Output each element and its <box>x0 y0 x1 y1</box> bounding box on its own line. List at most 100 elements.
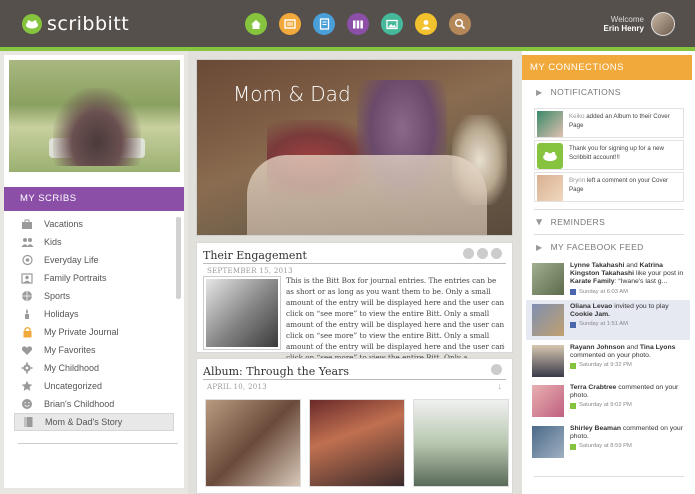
share-user-icon[interactable] <box>463 248 474 259</box>
notification-user: Brynn <box>569 177 586 184</box>
feed-item[interactable]: Rayann Johnson and Tina Lyons commented … <box>526 341 690 381</box>
top-bar: scribbitt Welcome Erin Henry <box>0 0 695 47</box>
entry-title[interactable]: Their Engagement <box>203 249 307 262</box>
scrib-item[interactable]: Kids <box>14 233 174 251</box>
share-user-icon[interactable] <box>491 364 502 375</box>
book-icon <box>21 416 35 428</box>
profile-family-photo[interactable] <box>9 60 180 172</box>
feed-item[interactable]: Lynne Takahashi and Katrina Kingston Tak… <box>526 259 690 299</box>
feed-text: Oliana Levao invited you to play Cookie … <box>570 303 688 329</box>
reminders-header[interactable]: ▶ REMINDERS <box>535 217 606 227</box>
scrib-list-scrollbar[interactable] <box>176 217 181 299</box>
feed-name: Shirley Beaman <box>570 425 621 432</box>
scrib-item[interactable]: Holidays <box>14 305 174 323</box>
album-photo[interactable] <box>309 399 405 487</box>
scrib-item-label: My Favorites <box>44 345 96 355</box>
album-photo[interactable] <box>205 399 301 487</box>
notifications-header[interactable]: ▶ NOTIFICATIONS <box>536 87 621 97</box>
photo-people <box>53 88 141 166</box>
photos-icon[interactable] <box>381 13 403 35</box>
portrait-icon <box>20 272 34 284</box>
notification-avatar <box>537 175 563 201</box>
album-photo[interactable] <box>413 399 509 487</box>
facebook-feed-header[interactable]: ▶ MY FACEBOOK FEED <box>536 242 644 252</box>
scrib-item[interactable]: Sports <box>14 287 174 305</box>
notification-item[interactable]: Thank you for signing up for a new Scrib… <box>534 140 684 170</box>
entry-actions <box>460 248 502 259</box>
feed-text: Lynne Takahashi and Katrina Kingston Tak… <box>570 262 688 296</box>
scrib-item[interactable]: Vacations <box>14 215 174 233</box>
books-icon[interactable] <box>347 13 369 35</box>
star-icon <box>20 380 34 392</box>
scrib-item[interactable]: Uncategorized <box>14 377 174 395</box>
feed-avatar <box>532 426 564 458</box>
clock-icon[interactable] <box>491 248 502 259</box>
notifications-label: NOTIFICATIONS <box>550 87 621 97</box>
journal-entry-card: Their Engagement SEPTEMBER 15, 2013 This… <box>196 242 513 362</box>
left-panel: MY SCRIBS Vacations Kids Everyday Life F… <box>4 55 184 488</box>
scrib-item[interactable]: Everyday Life <box>14 251 174 269</box>
cover-photo[interactable]: Mom & Dad <box>196 59 513 236</box>
scrib-item-active[interactable]: Mom & Dad's Story <box>14 413 174 431</box>
scrib-item-label: Uncategorized <box>44 381 103 391</box>
feed-connector: like your post in <box>634 270 684 278</box>
suitcase-icon <box>20 218 34 230</box>
feed-name: Rayann Johnson <box>570 344 625 351</box>
feed-text: Terra Crabtree commented on your photo. … <box>570 384 688 410</box>
facebook-icon <box>570 288 576 295</box>
right-divider <box>534 209 684 210</box>
right-divider <box>534 476 684 477</box>
scrib-item[interactable]: My Favorites <box>14 341 174 359</box>
scrib-item[interactable]: Brian's Childhood <box>14 395 174 413</box>
holiday-icon <box>20 308 34 320</box>
feed-avatar <box>532 345 564 377</box>
feed-group: Karate Family <box>570 278 615 286</box>
entry-photo[interactable] <box>204 277 280 349</box>
scrib-item[interactable]: My Private Journal <box>14 323 174 341</box>
notification-message: added an Album to their Cover Page <box>569 113 670 129</box>
scrib-item-label: Everyday Life <box>44 255 99 265</box>
home-icon[interactable] <box>245 13 267 35</box>
main-nav <box>245 13 483 35</box>
feed-name: Lynne Takahashi <box>570 262 625 269</box>
scrib-item[interactable]: My Childhood <box>14 359 174 377</box>
feed-time: Saturday at 8:59 PM <box>570 442 688 450</box>
entry-body: This is the Bitt Box for journal entries… <box>286 276 505 362</box>
smile-icon <box>20 398 34 410</box>
feed-time: Sunday at 1:51 AM <box>570 320 688 328</box>
left-divider <box>18 443 178 444</box>
notification-item[interactable]: Keiko added an Album to their Cover Page <box>534 108 684 138</box>
profile-icon[interactable] <box>415 13 437 35</box>
user-name[interactable]: Erin Henry <box>598 24 644 33</box>
feed-time: Saturday at 9:32 PM <box>570 361 688 369</box>
feed-item[interactable]: Terra Crabtree commented on your photo. … <box>526 381 690 421</box>
user-avatar[interactable] <box>651 12 675 36</box>
scrib-item-label: Mom & Dad's Story <box>45 417 123 427</box>
expand-triangle-icon: ▶ <box>536 242 543 252</box>
album-title[interactable]: Album: Through the Years <box>203 365 349 378</box>
feed-connector: and <box>624 262 640 269</box>
logo[interactable]: scribbitt <box>22 13 129 35</box>
lock-icon <box>20 326 34 338</box>
heart-icon <box>20 344 34 356</box>
search-icon[interactable] <box>449 13 471 35</box>
album-arrow-icon[interactable]: ↓ <box>498 381 503 391</box>
scrib-item-label: My Private Journal <box>44 327 119 337</box>
feed-excerpt: : “Iwane's last g... <box>614 278 668 286</box>
notification-item[interactable]: Brynn left a comment on your Cover Page <box>534 172 684 202</box>
journal-icon[interactable] <box>313 13 335 35</box>
expand-triangle-icon: ▶ <box>536 87 543 97</box>
cover-photo-blanket <box>247 155 487 235</box>
feed-item[interactable]: Oliana Levao invited you to play Cookie … <box>526 300 690 340</box>
scrib-item[interactable]: Family Portraits <box>14 269 174 287</box>
facebook-icon[interactable] <box>477 248 488 259</box>
blog-icon[interactable] <box>279 13 301 35</box>
scrib-item-label: Vacations <box>44 219 83 229</box>
scrib-item-label: Kids <box>44 237 62 247</box>
cloud-icon <box>20 254 34 266</box>
feed-item[interactable]: Shirley Beaman commented on your photo. … <box>526 422 690 462</box>
reminders-label: REMINDERS <box>550 217 606 227</box>
feed-text: Rayann Johnson and Tina Lyons commented … <box>570 344 688 370</box>
photo-comment-icon <box>570 443 576 450</box>
expand-arrow-icon[interactable]: ↓ <box>502 340 507 350</box>
